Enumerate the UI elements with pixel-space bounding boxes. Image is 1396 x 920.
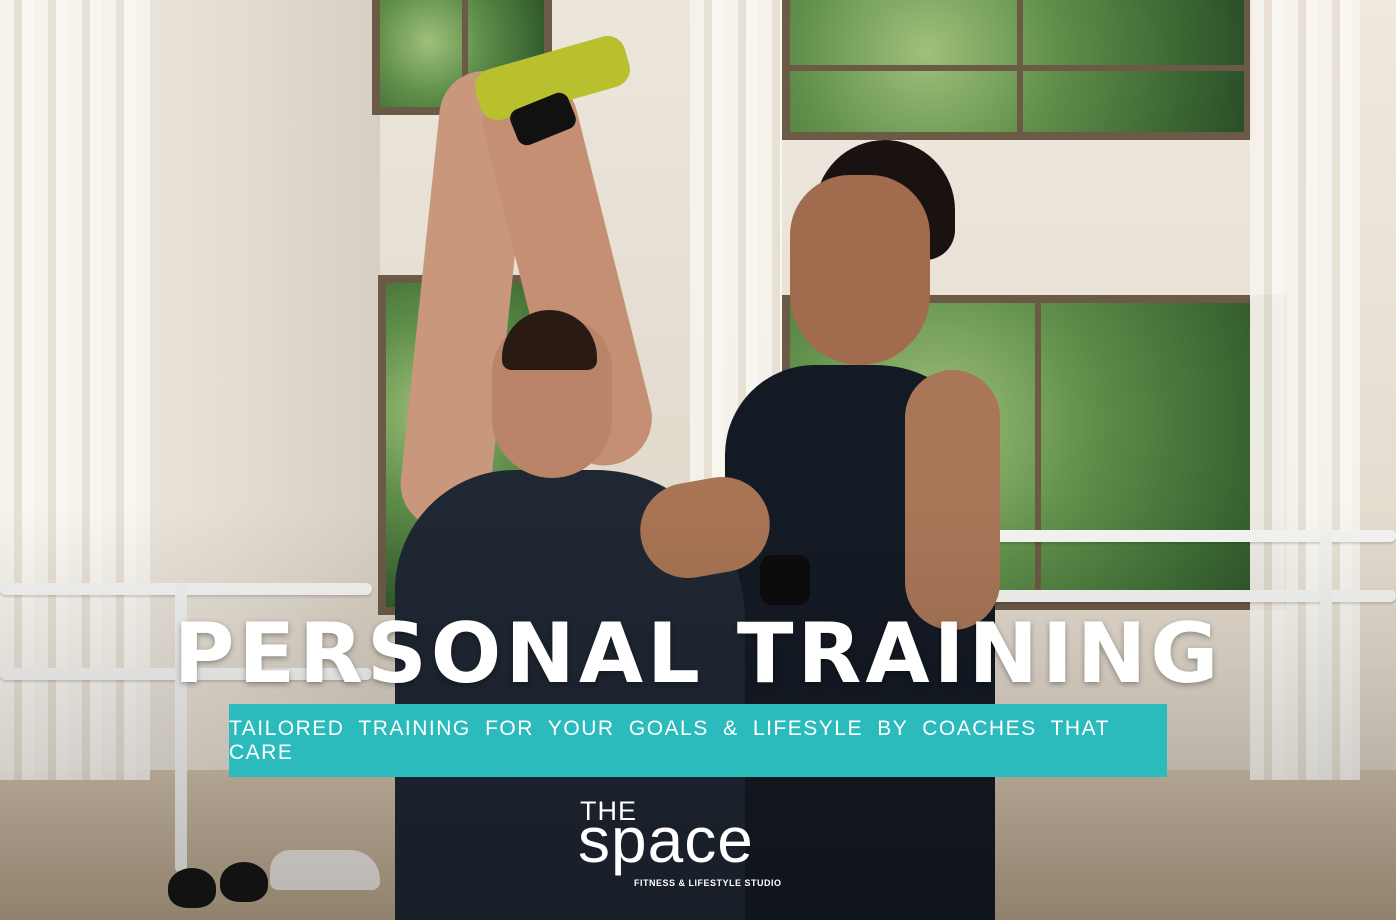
background-photo: [0, 0, 1396, 920]
logo-space: space: [578, 804, 754, 876]
tagline-text: TAILORED TRAINING FOR YOUR GOALS & LIFES…: [229, 716, 1110, 764]
shade-overlay: [0, 0, 1396, 920]
tagline-banner: TAILORED TRAINING FOR YOUR GOALS & LIFES…: [229, 704, 1167, 777]
brand-logo: THE space FITNESS & LIFESTYLE STUDIO: [578, 796, 798, 896]
logo-subtitle: FITNESS & LIFESTYLE STUDIO: [634, 878, 782, 888]
headline: PERSONAL TRAINING: [173, 605, 1223, 702]
